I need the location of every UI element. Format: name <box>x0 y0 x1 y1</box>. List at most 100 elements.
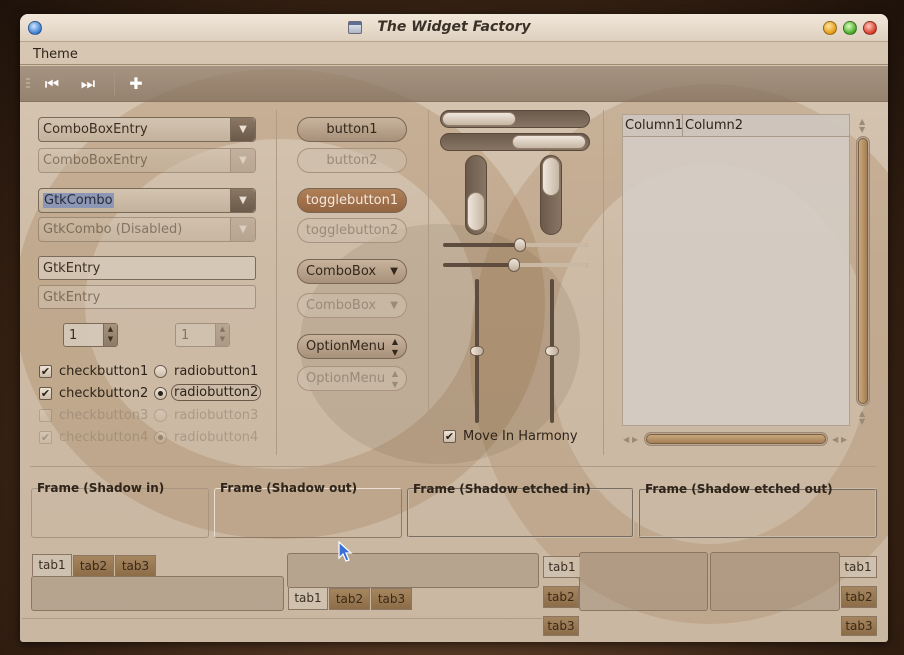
hscale-2[interactable] <box>443 258 588 272</box>
tab-3[interactable]: tab3 <box>371 588 412 610</box>
progressbar-fill <box>512 135 586 149</box>
chevron-down-icon: ▼ <box>230 149 255 172</box>
vscale-slider-handle[interactable] <box>545 346 559 356</box>
vertical-scrollbar[interactable] <box>856 136 870 406</box>
tab-1[interactable]: tab1 <box>543 556 580 578</box>
togglebutton2[interactable]: togglebutton2 <box>297 218 407 243</box>
combobox[interactable]: ComboBox ▼ <box>297 259 407 284</box>
gtkentry[interactable]: GtkEntry <box>38 256 256 280</box>
radiobutton1[interactable]: radiobutton1 <box>154 362 264 380</box>
column-separator <box>428 110 429 455</box>
title-bar[interactable]: The Widget Factory <box>20 14 888 42</box>
chevron-down-icon[interactable]: ▼ <box>230 118 255 141</box>
gtkcombo-disabled-text: GtkCombo (Disabled) <box>43 222 183 237</box>
checkbutton4-label: checkbutton4 <box>59 430 149 445</box>
column-separator <box>276 110 277 455</box>
hscale-1[interactable] <box>443 238 588 252</box>
frame-shadow-in: Frame (Shadow in) <box>31 481 209 538</box>
checkbox-checked-icon[interactable]: ✔ <box>39 387 52 400</box>
checkbox-checked-icon[interactable]: ✔ <box>39 365 52 378</box>
hscale-track <box>514 263 588 267</box>
progressbar-fill <box>542 157 560 196</box>
chevron-down-icon[interactable]: ▼ <box>230 189 255 212</box>
toolbar-separator <box>114 72 115 96</box>
chevron-down-icon: ▼ <box>230 218 255 241</box>
hscale-slider-handle[interactable] <box>508 258 520 272</box>
toolbar-grip[interactable] <box>26 78 30 90</box>
chevron-down-icon: ▼ <box>390 300 398 311</box>
tab-3[interactable]: tab3 <box>115 555 156 577</box>
column-header-2[interactable]: Column2 <box>683 115 849 137</box>
tab-1[interactable]: tab1 <box>288 588 328 610</box>
move-in-harmony-check[interactable]: ✔ Move In Harmony <box>443 427 583 445</box>
tree-view[interactable]: Column1 Column2 <box>622 114 850 426</box>
optionmenu[interactable]: OptionMenu ▲ ▼ <box>297 334 407 359</box>
close-button[interactable] <box>863 21 877 35</box>
section-separator <box>30 466 876 467</box>
scroll-right-icon[interactable]: ▶ <box>841 435 847 444</box>
comboboxentry-text[interactable]: ComboBoxEntry <box>43 122 148 137</box>
gtkcombo-text[interactable]: GtkCombo <box>43 193 114 208</box>
gtkcombo-selection: GtkCombo <box>43 193 114 208</box>
vscale-2[interactable] <box>545 279 559 423</box>
tab-2[interactable]: tab2 <box>329 588 370 610</box>
mouse-pointer-icon <box>338 541 353 562</box>
togglebutton1[interactable]: togglebutton1 <box>297 188 407 213</box>
maximize-button[interactable] <box>843 21 857 35</box>
spinbutton[interactable]: 1 ▲ ▼ <box>63 323 118 347</box>
tab-2[interactable]: tab2 <box>543 586 579 608</box>
notebook-bottom-panel <box>287 553 539 588</box>
scroll-down-icon[interactable]: ▼ <box>859 125 865 134</box>
radiobutton3-label: radiobutton3 <box>174 408 259 423</box>
progressbar-horizontal-2 <box>440 133 590 151</box>
go-first-icon[interactable]: ⏮ <box>41 74 63 94</box>
radio-selected-icon[interactable] <box>154 387 167 400</box>
spin-arrows-icon[interactable]: ▲ ▼ <box>103 324 117 346</box>
frame-label: Frame (Shadow in) <box>37 481 165 495</box>
optionmenu-disabled: OptionMenu ▲ ▼ <box>297 366 407 391</box>
hscale-slider-handle[interactable] <box>514 238 526 252</box>
vscale-slider-handle[interactable] <box>470 346 484 356</box>
spinbutton-disabled-value: 1 <box>181 328 190 343</box>
checkbox-checked-icon[interactable]: ✔ <box>443 430 456 443</box>
toolbar: ⏮ ⏭ ✚ <box>20 66 888 102</box>
scroll-left-icon[interactable]: ◀ <box>623 435 629 444</box>
progressbar-vertical-1 <box>465 155 487 235</box>
minimize-button[interactable] <box>823 21 837 35</box>
go-last-icon[interactable]: ⏭ <box>77 74 99 94</box>
horizontal-scrollbar[interactable] <box>644 432 828 446</box>
scroll-left-icon[interactable]: ◀ <box>832 435 838 444</box>
tab-3[interactable]: tab3 <box>543 616 579 636</box>
horizontal-scrollbar-thumb[interactable] <box>646 434 826 444</box>
progressbar-fill <box>467 192 485 231</box>
gtkcombo-disabled: GtkCombo (Disabled) ▼ <box>38 217 256 242</box>
chevron-down-icon: ▼ <box>390 266 398 277</box>
scroll-down-icon[interactable]: ▼ <box>859 417 865 426</box>
checkbutton2[interactable]: ✔ checkbutton2 <box>39 384 149 402</box>
move-in-harmony-label: Move In Harmony <box>463 429 578 444</box>
comboboxentry[interactable]: ComboBoxEntry ▼ <box>38 117 256 142</box>
tab-1[interactable]: tab1 <box>840 556 877 578</box>
menu-theme[interactable]: Theme <box>33 47 78 62</box>
combobox-text: ComboBox <box>306 264 377 279</box>
tab-3[interactable]: tab3 <box>841 616 877 636</box>
checkbutton1[interactable]: ✔ checkbutton1 <box>39 362 149 380</box>
vertical-scrollbar-thumb[interactable] <box>858 138 868 404</box>
tab-2[interactable]: tab2 <box>73 555 114 577</box>
radiobutton3: radiobutton3 <box>154 406 264 424</box>
radio-unselected-icon[interactable] <box>154 365 167 378</box>
add-icon[interactable]: ✚ <box>125 74 147 94</box>
gtkcombo[interactable]: GtkCombo ▼ <box>38 188 256 213</box>
tab-2[interactable]: tab2 <box>841 586 877 608</box>
radio-selected-icon <box>154 431 167 444</box>
tab-1[interactable]: tab1 <box>32 554 72 576</box>
gtkentry-text: GtkEntry <box>43 261 101 276</box>
button2[interactable]: button2 <box>297 148 407 173</box>
vscale-1[interactable] <box>470 279 484 423</box>
scroll-right-icon[interactable]: ▶ <box>632 435 638 444</box>
radiobutton2[interactable]: radiobutton2 <box>154 384 264 402</box>
column-header-1[interactable]: Column1 <box>623 115 683 137</box>
updown-icon: ▲ ▼ <box>391 337 398 357</box>
button1[interactable]: button1 <box>297 117 407 142</box>
menu-bar: Theme <box>20 43 888 65</box>
